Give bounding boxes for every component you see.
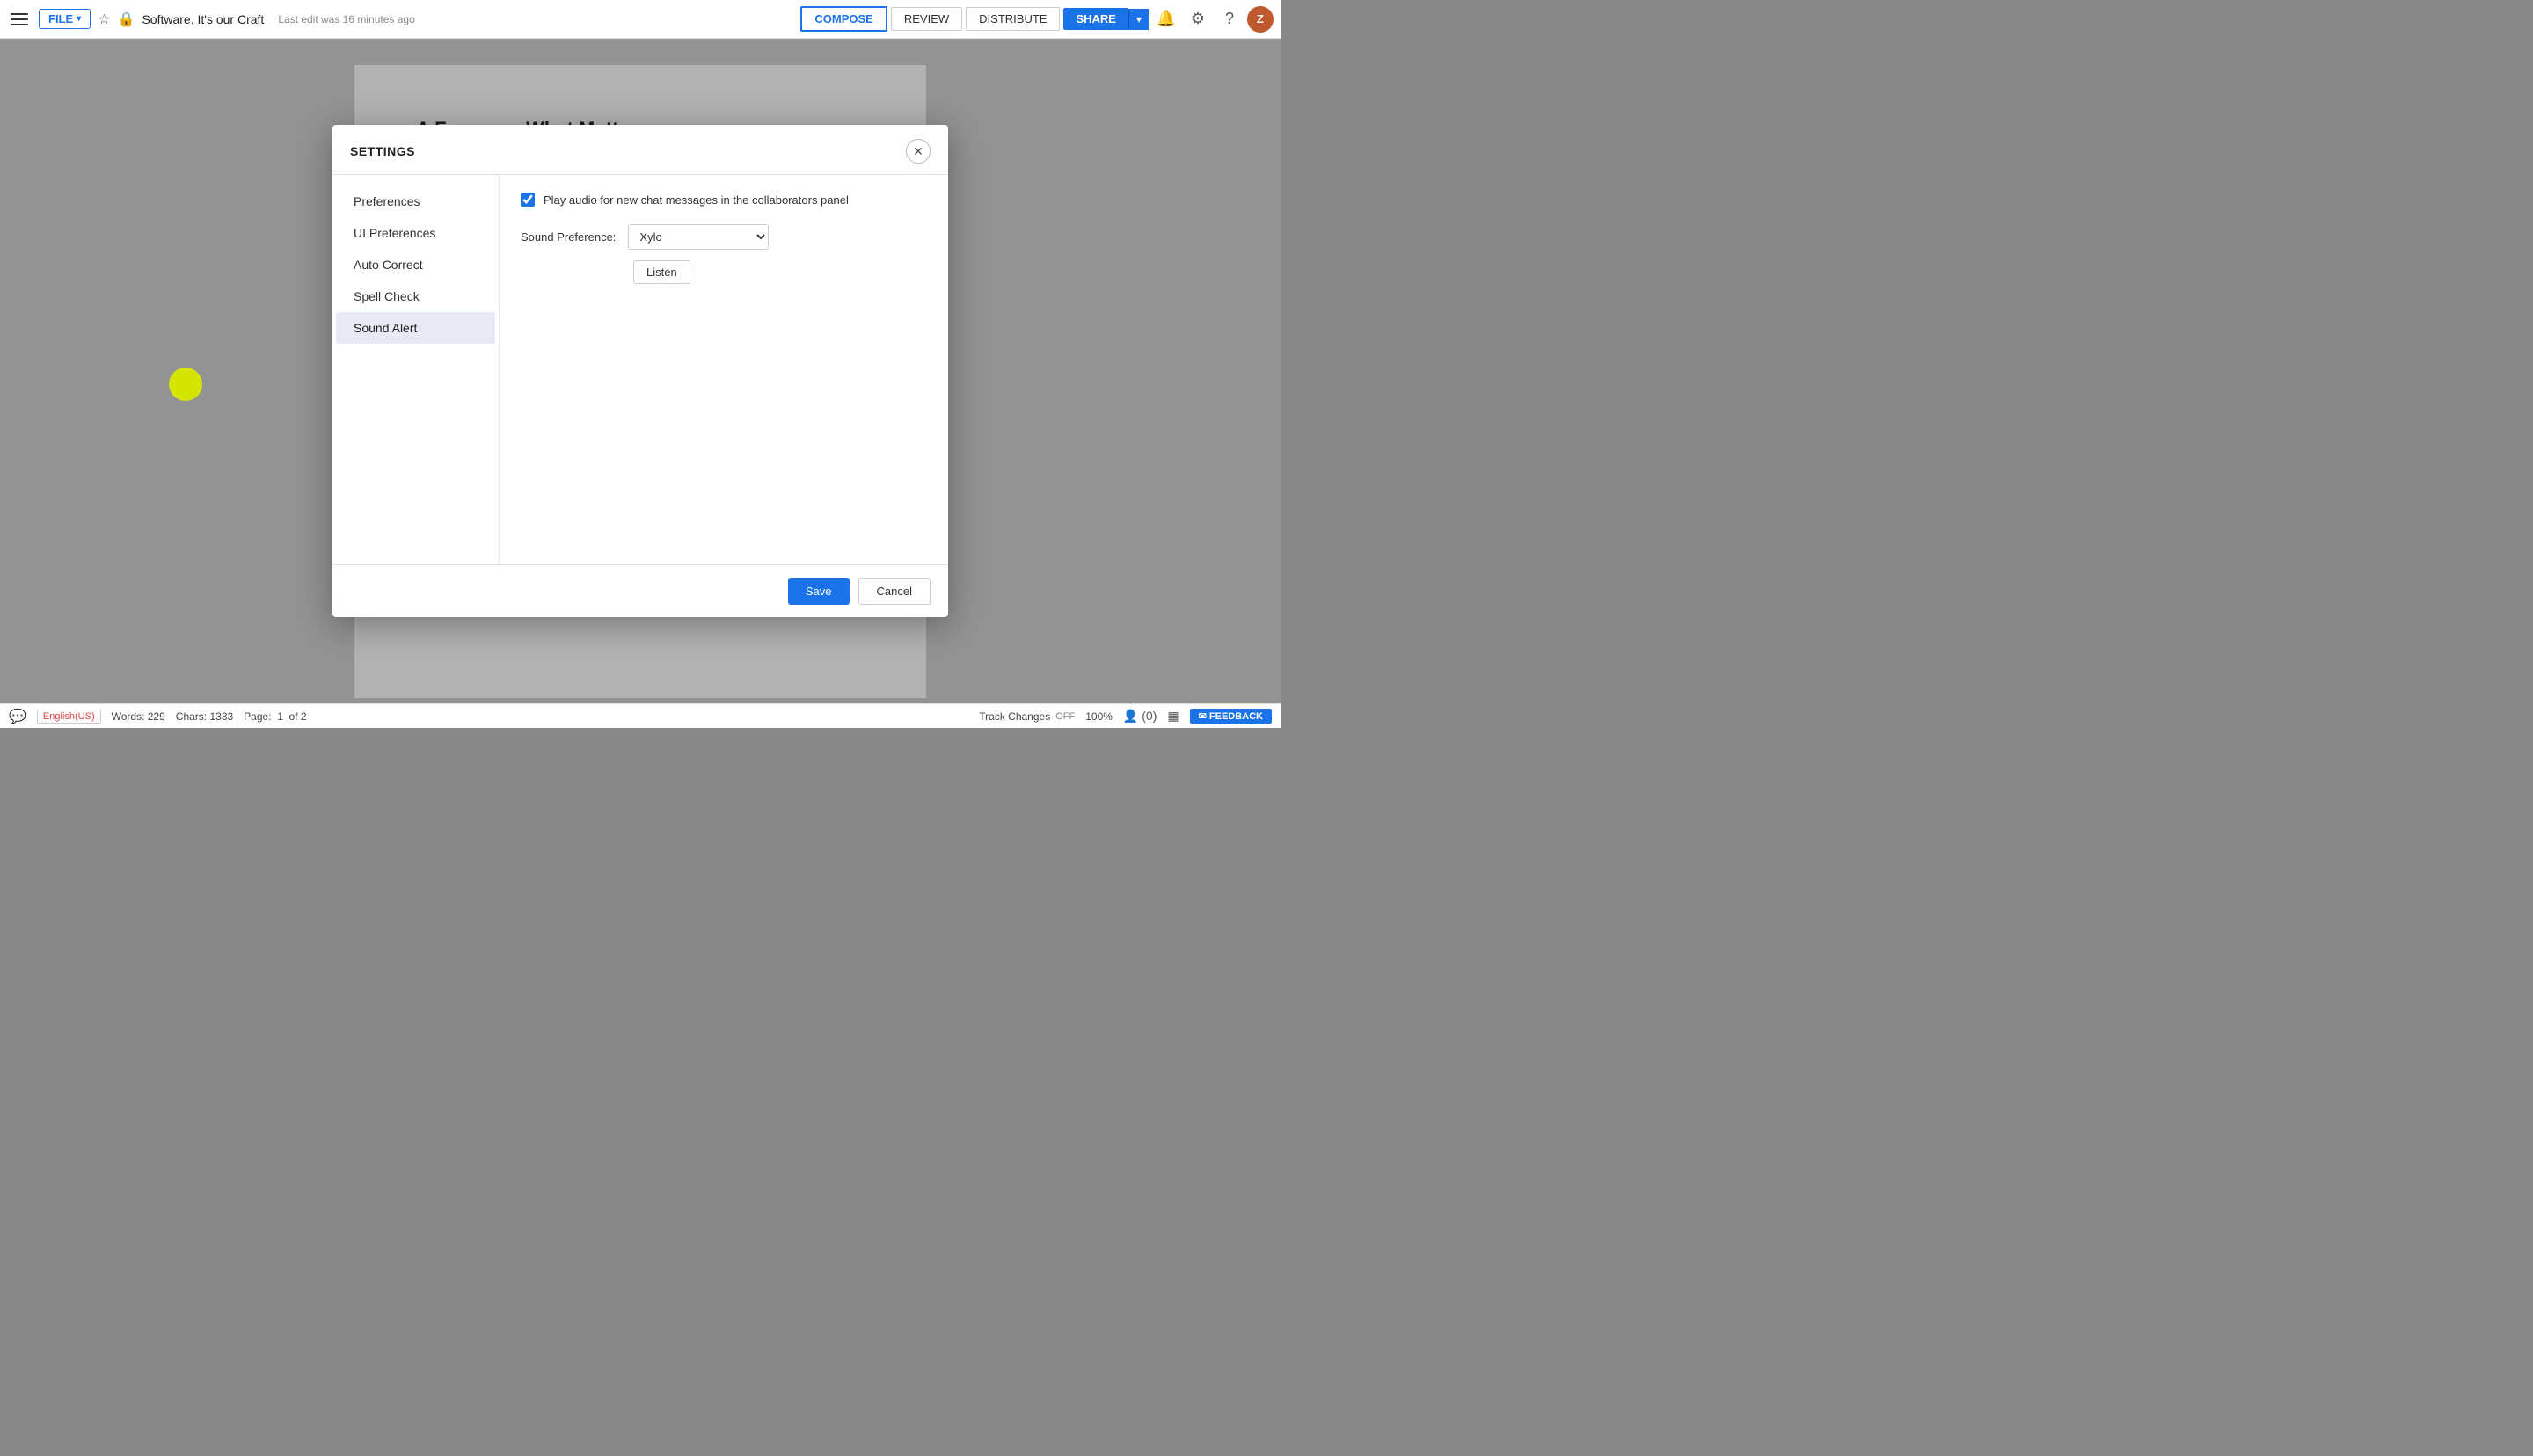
- share-dropdown-button[interactable]: ▾: [1128, 9, 1149, 30]
- page-info: Page: 1 of 2: [244, 710, 306, 723]
- cancel-button[interactable]: Cancel: [858, 578, 931, 605]
- status-bar: 💬 English(US) Words: 229 Chars: 1333 Pag…: [0, 703, 1281, 728]
- share-button[interactable]: SHARE: [1063, 8, 1128, 30]
- sound-preference-row: Sound Preference: Xylo Bell Chime Ping: [521, 224, 927, 250]
- nav-item-auto-correct[interactable]: Auto Correct: [336, 249, 495, 280]
- sound-pref-label: Sound Preference:: [521, 230, 616, 244]
- play-audio-row: Play audio for new chat messages in the …: [521, 193, 927, 207]
- last-edit-text: Last edit was 16 minutes ago: [278, 13, 414, 25]
- save-button[interactable]: Save: [788, 578, 850, 605]
- dialog-footer: Save Cancel: [332, 564, 948, 617]
- dialog-header: SETTINGS ✕: [332, 125, 948, 175]
- play-audio-label: Play audio for new chat messages in the …: [544, 193, 849, 207]
- toolbar: FILE ▾ ☆ 🔒 Software. It's our Craft Last…: [0, 0, 1281, 39]
- main-area: A Focus on What Matters Zoho is committe…: [0, 39, 1281, 703]
- listen-row: Listen: [521, 260, 927, 284]
- chars-label: Chars: 1333: [176, 710, 233, 723]
- notifications-icon[interactable]: 🔔: [1152, 5, 1180, 33]
- file-menu-button[interactable]: FILE ▾: [39, 9, 91, 29]
- file-caret-icon: ▾: [77, 14, 81, 24]
- share-area: SHARE ▾: [1063, 8, 1149, 30]
- track-changes-toggle[interactable]: OFF: [1055, 711, 1075, 722]
- nav-item-sound-alert[interactable]: Sound Alert: [336, 312, 495, 344]
- modal-overlay: SETTINGS ✕ Preferences UI Preferences Au…: [0, 39, 1281, 703]
- words-label: Words: 229: [112, 710, 165, 723]
- toolbar-right: COMPOSE REVIEW DISTRIBUTE SHARE ▾ 🔔 ⚙ ? …: [800, 5, 1274, 33]
- track-changes-label: Track Changes: [979, 710, 1050, 723]
- toolbar-left: FILE ▾ ☆ 🔒 Software. It's our Craft Last…: [7, 7, 800, 32]
- status-bar-left: 💬 English(US) Words: 229 Chars: 1333 Pag…: [9, 708, 965, 725]
- zoom-level[interactable]: 100%: [1085, 710, 1113, 723]
- menu-icon[interactable]: [7, 7, 32, 32]
- status-bar-right: Track Changes OFF 100% 👤 (0) ▦ ✉ FEEDBAC…: [979, 709, 1272, 724]
- nav-item-preferences[interactable]: Preferences: [336, 186, 495, 217]
- dialog-content: Play audio for new chat messages in the …: [500, 175, 948, 564]
- help-icon[interactable]: ?: [1215, 5, 1244, 33]
- highlight-dot: [169, 368, 202, 401]
- dialog-title: SETTINGS: [350, 144, 415, 158]
- settings-icon[interactable]: ⚙: [1184, 5, 1212, 33]
- language-badge[interactable]: English(US): [37, 710, 101, 724]
- play-audio-checkbox[interactable]: [521, 193, 535, 207]
- lock-icon[interactable]: 🔒: [118, 11, 135, 28]
- nav-item-ui-preferences[interactable]: UI Preferences: [336, 217, 495, 249]
- dialog-close-button[interactable]: ✕: [906, 139, 931, 164]
- collaborators-icon[interactable]: 👤 (0): [1123, 709, 1157, 724]
- view-toggle-icon[interactable]: ▦: [1167, 709, 1179, 724]
- doc-title: Software. It's our Craft: [142, 12, 264, 26]
- settings-dialog: SETTINGS ✕ Preferences UI Preferences Au…: [332, 125, 948, 617]
- dialog-sidebar: Preferences UI Preferences Auto Correct …: [332, 175, 500, 564]
- track-changes-area: Track Changes OFF: [979, 710, 1075, 723]
- sound-select[interactable]: Xylo Bell Chime Ping: [628, 224, 769, 250]
- compose-tab[interactable]: COMPOSE: [800, 6, 887, 32]
- feedback-button[interactable]: ✉ FEEDBACK: [1190, 709, 1272, 724]
- dialog-body: Preferences UI Preferences Auto Correct …: [332, 175, 948, 564]
- distribute-tab[interactable]: DISTRIBUTE: [966, 7, 1060, 31]
- avatar[interactable]: Z: [1247, 6, 1274, 33]
- chat-icon[interactable]: 💬: [9, 708, 26, 725]
- listen-button[interactable]: Listen: [633, 260, 690, 284]
- review-tab[interactable]: REVIEW: [891, 7, 962, 31]
- file-label: FILE: [48, 12, 73, 25]
- favorite-icon[interactable]: ☆: [98, 11, 110, 28]
- nav-item-spell-check[interactable]: Spell Check: [336, 280, 495, 312]
